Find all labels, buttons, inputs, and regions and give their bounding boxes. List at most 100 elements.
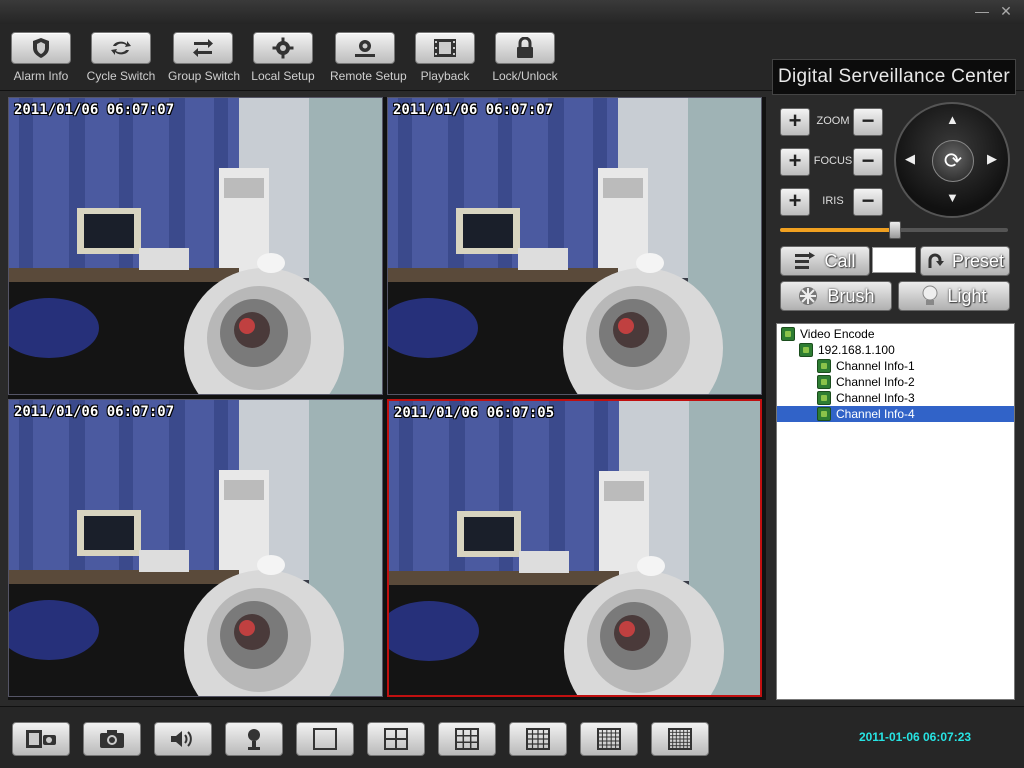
minimize-icon[interactable]: — — [974, 3, 990, 19]
app-brand-title: Digital Serveillance Center — [772, 59, 1016, 95]
remote-setup-label: Remote Setup — [330, 69, 407, 83]
video-timestamp: 2011/01/06 06:07:07 — [393, 102, 554, 118]
tree-root-node[interactable]: Video Encode — [781, 326, 875, 342]
layout-16-icon — [526, 728, 550, 750]
cycle-switch-label: Cycle Switch — [86, 69, 156, 83]
group-switch-icon — [173, 32, 233, 64]
tree-channel-node[interactable]: Channel Info-3 — [817, 390, 915, 406]
layout-36-icon — [668, 728, 692, 750]
iris-open-button[interactable]: + — [780, 188, 810, 216]
channel-icon — [817, 359, 831, 373]
tree-device-label: 192.168.1.100 — [818, 343, 895, 357]
channel-label: Channel Info-3 — [836, 391, 915, 405]
layout-36-button[interactable] — [651, 722, 709, 756]
lock-icon — [495, 32, 555, 64]
layout-16-button[interactable] — [509, 722, 567, 756]
light-button[interactable]: Light — [898, 281, 1010, 311]
call-preset-button[interactable]: Call — [780, 246, 870, 276]
channel-icon — [817, 407, 831, 421]
alarm-info-button[interactable]: Alarm Info — [6, 32, 76, 83]
pan-up-icon[interactable]: ▲ — [946, 112, 959, 127]
local-setup-button[interactable]: Local Setup — [248, 32, 318, 83]
close-icon[interactable]: ✕ — [998, 3, 1014, 19]
brush-button[interactable]: Brush — [780, 281, 892, 311]
layout-1-button[interactable] — [296, 722, 354, 756]
video-pane-2[interactable]: 2011/01/06 06:07:07 — [387, 97, 762, 395]
video-pane-4[interactable]: 2011/01/06 06:07:05 — [387, 399, 762, 697]
channel-icon — [817, 375, 831, 389]
brush-icon — [799, 287, 818, 305]
preset-label: Preset — [951, 250, 1005, 271]
audio-button[interactable] — [154, 722, 212, 756]
speaker-icon — [171, 731, 192, 747]
speed-slider-knob[interactable] — [889, 221, 901, 239]
pan-right-icon[interactable]: ▶ — [987, 151, 997, 167]
video-pane-3[interactable]: 2011/01/06 06:07:07 — [8, 399, 383, 697]
playback-button[interactable]: Playback — [410, 32, 480, 83]
channel-label: Channel Info-1 — [836, 359, 915, 373]
light-bulb-icon — [922, 285, 938, 305]
film-icon — [415, 32, 475, 64]
camera-feed-image — [388, 98, 762, 395]
snapshot-button[interactable] — [83, 722, 141, 756]
title-bar: — ✕ — [0, 0, 1024, 24]
set-preset-button[interactable]: Preset — [920, 246, 1010, 276]
talk-icon — [248, 729, 260, 750]
device-tree: Video Encode 192.168.1.100 Channel Info-… — [776, 323, 1015, 700]
gear-icon — [253, 32, 313, 64]
speed-slider-fill — [780, 228, 894, 232]
video-timestamp: 2011/01/06 06:07:07 — [14, 102, 175, 118]
layout-4-icon — [384, 728, 408, 750]
talk-button[interactable] — [225, 722, 283, 756]
focus-label: FOCUS — [813, 155, 853, 167]
ptz-speed-slider[interactable] — [780, 221, 1008, 239]
video-grid: 2011/01/06 06:07:07 2011/01/06 06:07:07 … — [8, 97, 766, 700]
group-switch-button[interactable]: Group Switch — [168, 32, 241, 83]
focus-in-button[interactable]: + — [780, 148, 810, 176]
video-pane-1[interactable]: 2011/01/06 06:07:07 — [8, 97, 383, 395]
camera-feed-image — [389, 401, 762, 697]
tree-device-node[interactable]: 192.168.1.100 — [799, 342, 895, 358]
zoom-out-button[interactable]: − — [853, 108, 883, 136]
layout-25-icon — [597, 728, 621, 750]
main-toolbar: Alarm Info Cycle Switch Group Switch Loc… — [0, 24, 1024, 95]
pan-left-icon[interactable]: ◀ — [905, 151, 915, 167]
call-label: Call — [824, 250, 856, 271]
camera-feed-image — [9, 98, 383, 395]
tree-channel-node-selected[interactable]: Channel Info-4 — [777, 406, 1014, 422]
shield-icon — [11, 32, 71, 64]
layout-9-button[interactable] — [438, 722, 496, 756]
channel-icon — [817, 391, 831, 405]
lock-unlock-label: Lock/Unlock — [492, 69, 558, 83]
preset-number-input[interactable] — [872, 247, 916, 273]
tree-channel-node[interactable]: Channel Info-2 — [817, 374, 915, 390]
video-timestamp: 2011/01/06 06:07:05 — [394, 405, 555, 421]
light-label: Light — [947, 285, 987, 306]
alarm-info-label: Alarm Info — [13, 69, 69, 83]
group-switch-label: Group Switch — [168, 69, 241, 83]
playback-label: Playback — [420, 69, 470, 83]
zoom-label: ZOOM — [816, 115, 850, 127]
pan-down-icon[interactable]: ▼ — [946, 190, 959, 205]
iris-label: IRIS — [822, 195, 844, 207]
cycle-switch-button[interactable]: Cycle Switch — [86, 32, 156, 83]
camera-feed-image — [9, 400, 383, 697]
bottom-toolbar: 2011-01-06 06:07:23 — [0, 706, 1024, 768]
zoom-in-button[interactable]: + — [780, 108, 810, 136]
focus-out-button[interactable]: − — [853, 148, 883, 176]
record-button[interactable] — [12, 722, 70, 756]
layout-9-icon — [455, 728, 479, 750]
camera-icon — [100, 730, 124, 748]
iris-close-button[interactable]: − — [853, 188, 883, 216]
cycle-icon — [91, 32, 151, 64]
system-clock: 2011-01-06 06:07:23 — [858, 730, 972, 744]
device-icon — [799, 343, 813, 357]
tree-root-label: Video Encode — [800, 327, 875, 341]
tree-channel-node[interactable]: Channel Info-1 — [817, 358, 915, 374]
lock-unlock-button[interactable]: Lock/Unlock — [490, 32, 560, 83]
remote-setup-button[interactable]: Remote Setup — [330, 32, 407, 83]
layout-25-button[interactable] — [580, 722, 638, 756]
preset-icon — [928, 253, 944, 268]
auto-rotate-icon[interactable]: ⟳ — [932, 140, 974, 182]
layout-4-button[interactable] — [367, 722, 425, 756]
